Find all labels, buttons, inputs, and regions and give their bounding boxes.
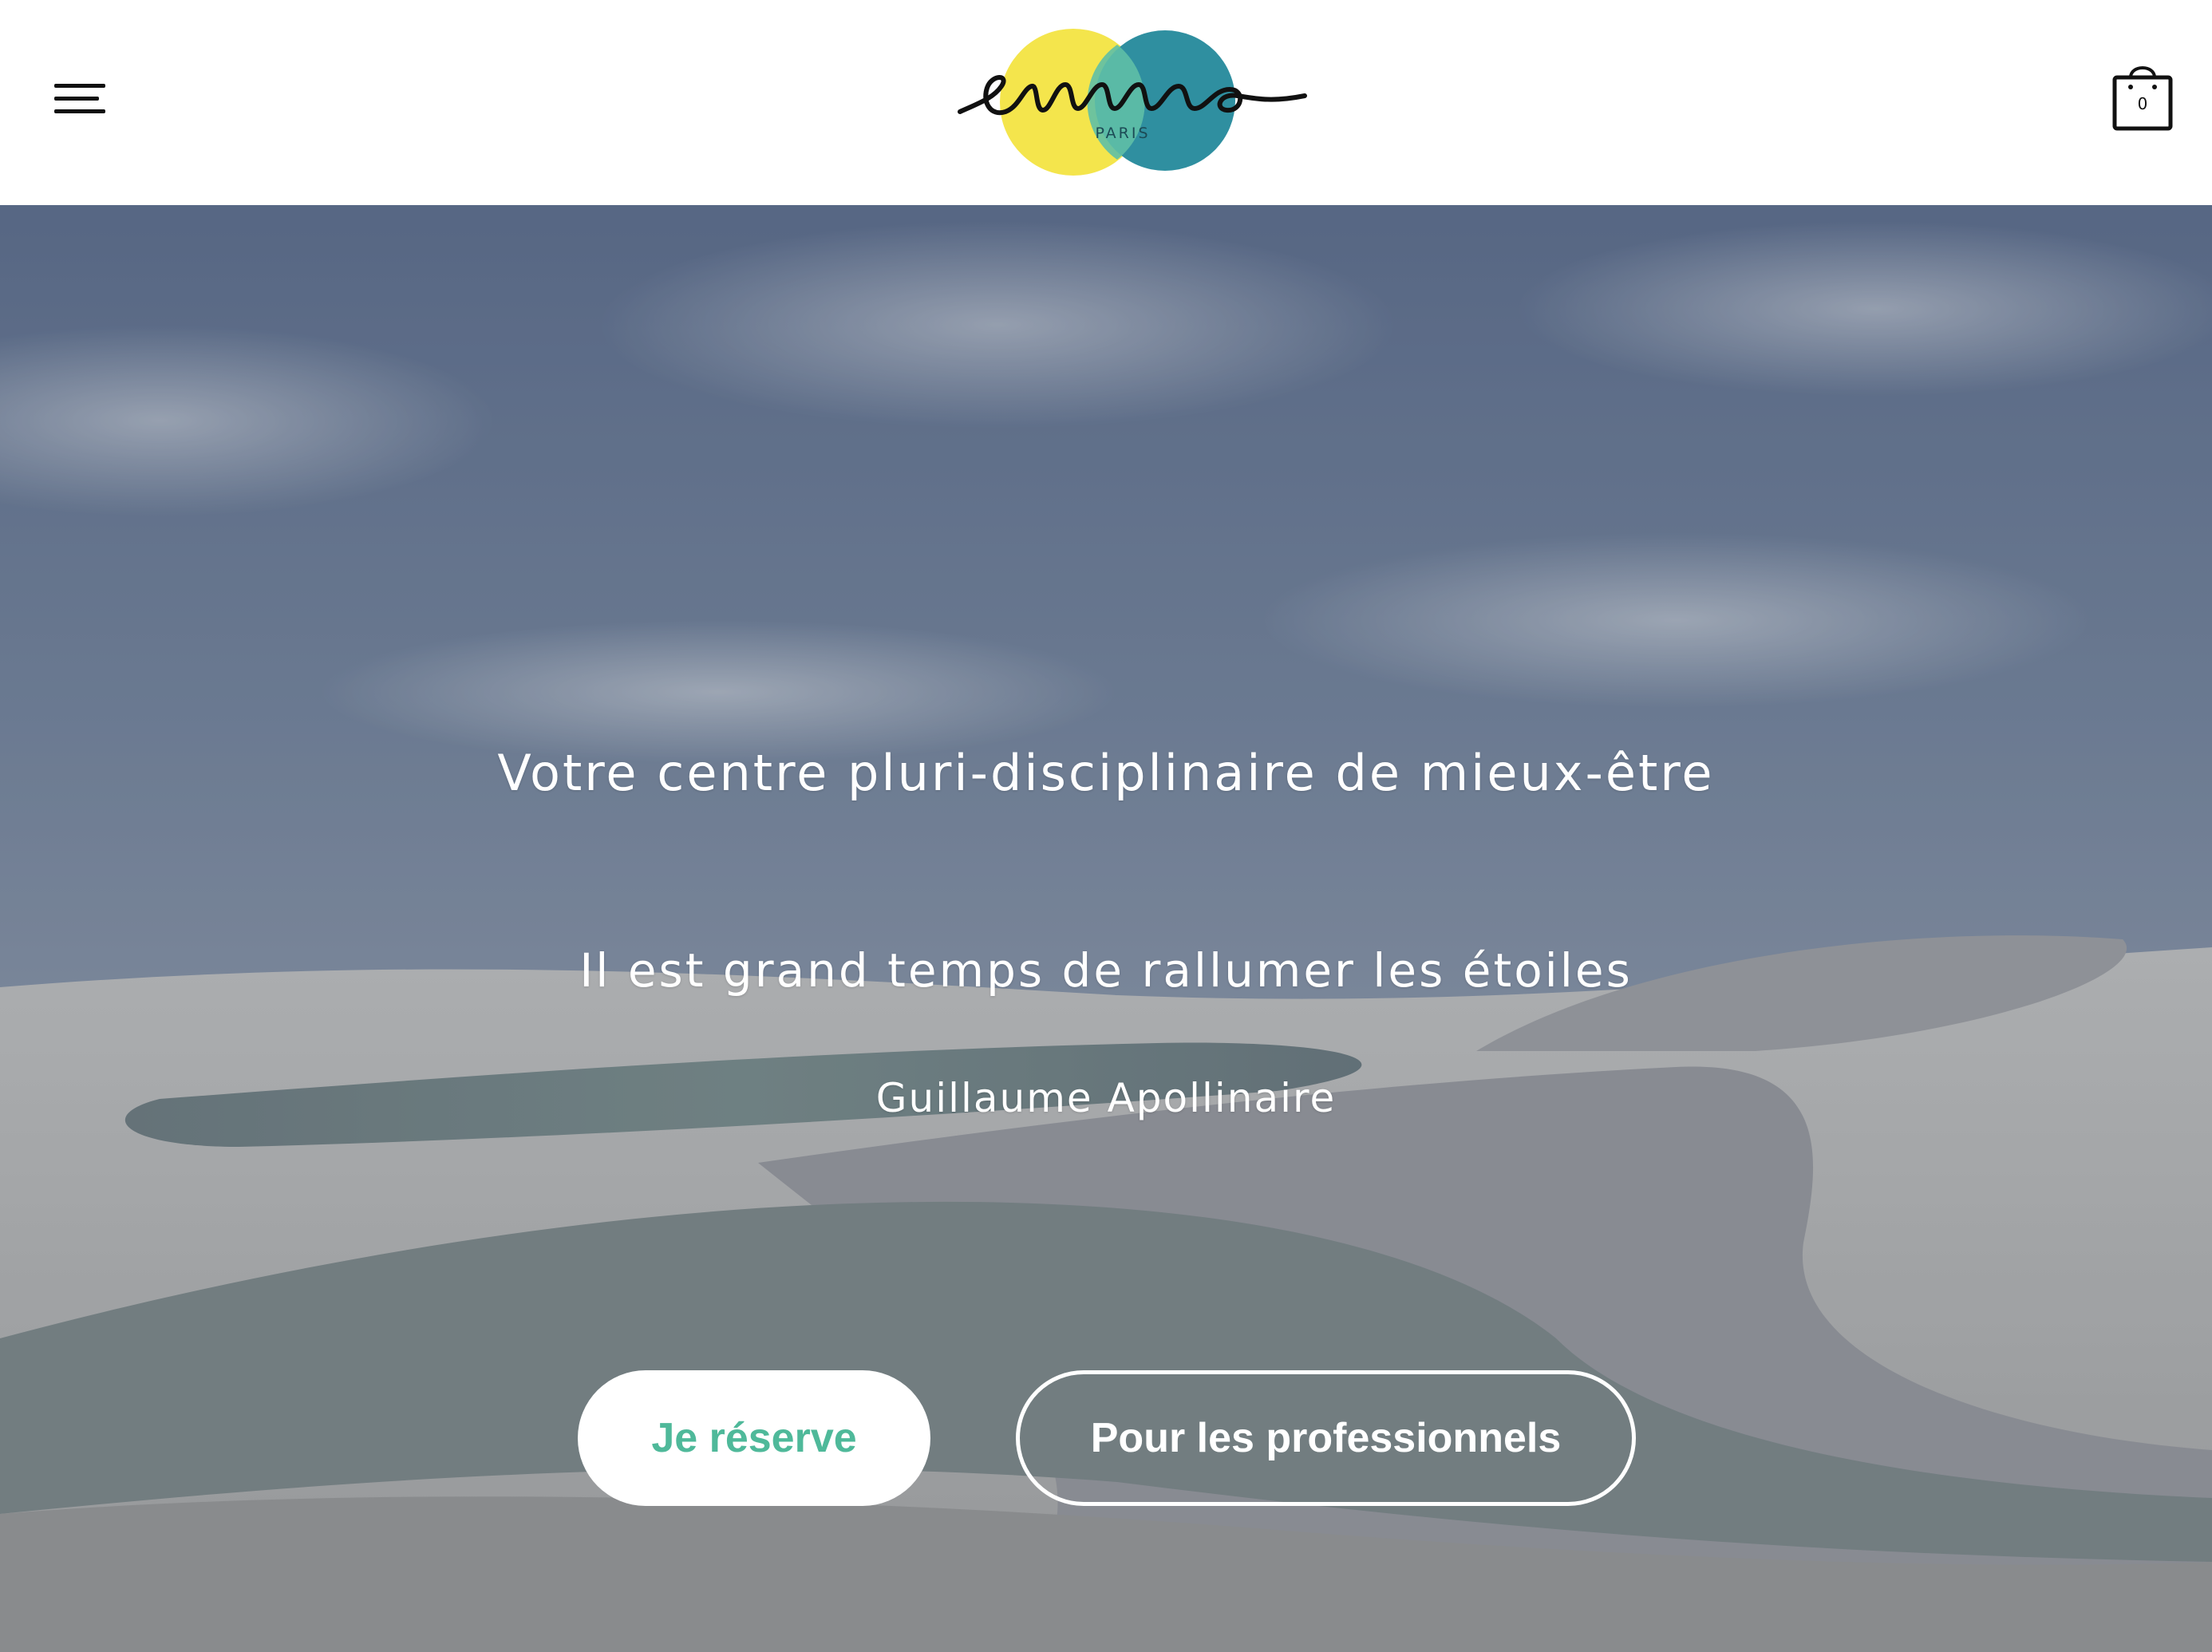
hero-tagline: Votre centre pluri-disciplinaire de mieu… [497,744,1715,802]
emma-paris-logo[interactable]: PARIS [946,22,1321,182]
hero-quote: Il est grand temps de rallumer les étoil… [579,943,1633,998]
hero-section: Votre centre pluri-disciplinaire de mieu… [0,205,2212,1652]
cart-count: 0 [2137,94,2148,113]
professionals-button[interactable]: Pour les professionnels [1016,1370,1636,1506]
quote-author: Guillaume Apollinaire [875,1075,1337,1121]
shopping-bag-icon[interactable]: 0 [2107,60,2178,132]
logo-graphic: PARIS [958,29,1307,176]
reserve-button[interactable]: Je réserve [578,1370,930,1506]
logo-sub-text: PARIS [1095,124,1150,142]
hamburger-menu-icon[interactable] [48,76,112,124]
site-header: PARIS 0 [0,0,2212,205]
page: PARIS 0 Votre centre pluri-disciplinaire… [0,0,2212,1652]
